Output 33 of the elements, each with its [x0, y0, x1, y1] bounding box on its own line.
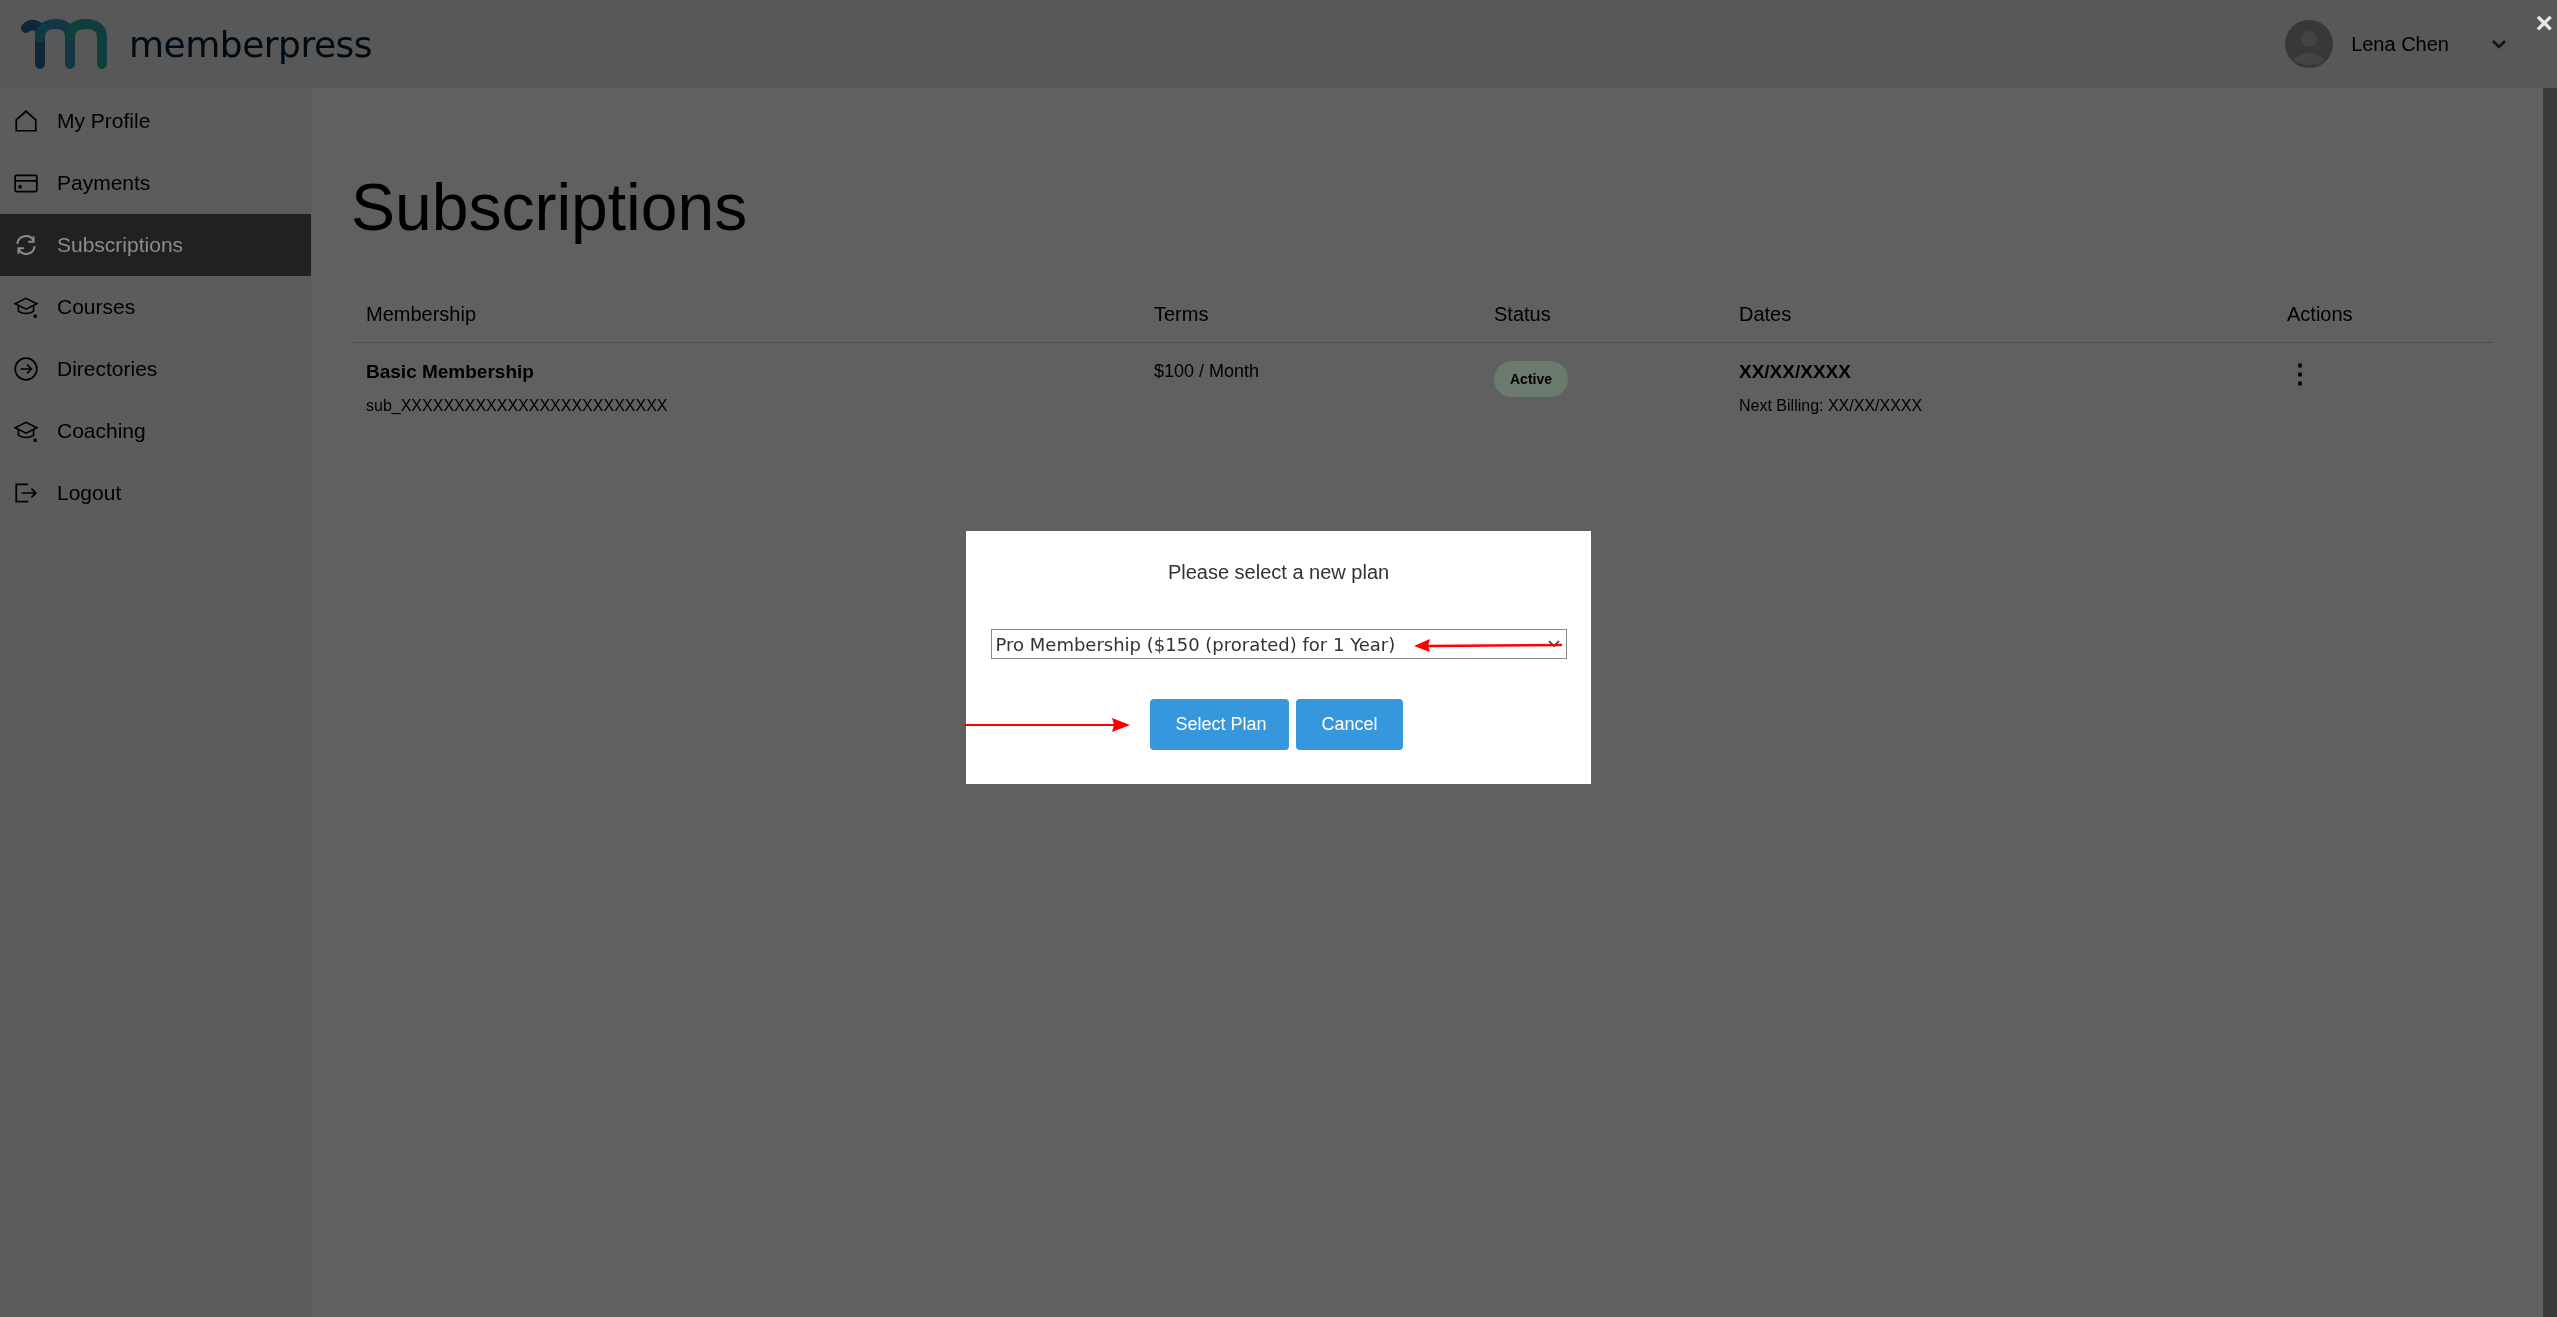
- user-name[interactable]: Lena Chen: [2351, 32, 2449, 56]
- select-plan-button[interactable]: Select Plan: [1150, 699, 1290, 750]
- sidebar-item[interactable]: Payments: [0, 152, 311, 214]
- date-text: XX/XX/XXXX: [1739, 361, 1851, 384]
- logo-text: memberpress: [129, 23, 373, 65]
- sidebar-item[interactable]: Courses: [0, 276, 311, 338]
- sidebar-item[interactable]: Logout: [0, 462, 311, 524]
- membership-name: Basic Membership: [366, 361, 534, 384]
- sidebar-item[interactable]: My Profile: [0, 90, 311, 152]
- actions-menu-button[interactable]: ⋮: [2287, 361, 2313, 388]
- chevron-down-icon: [1547, 640, 1560, 648]
- next-billing-text: Next Billing: XX/XX/XXXX: [1739, 397, 1923, 416]
- column-header: Membership: [366, 303, 478, 327]
- status-badge: Active: [1494, 361, 1569, 398]
- column-header: Terms: [1154, 303, 1210, 327]
- sidebar-item[interactable]: Subscriptions: [0, 214, 311, 276]
- terms-text: $100 / Month: [1154, 361, 1260, 383]
- page-title: Subscriptions: [351, 169, 749, 246]
- column-header: Dates: [1739, 303, 1793, 327]
- dialog-title: Please select a new plan: [1167, 561, 1390, 584]
- subscription-id: sub_XXXXXXXXXXXXXXXXXXXXXXXXX: [366, 397, 668, 416]
- column-header: Actions: [2287, 303, 2354, 327]
- cancel-button[interactable]: Cancel: [1296, 699, 1403, 750]
- sidebar-item[interactable]: Directories: [0, 338, 311, 400]
- home-icon: [13, 108, 39, 134]
- chevron-down-icon[interactable]: [2491, 39, 2507, 49]
- plan-select[interactable]: Pro Membership ($150 (prorated) for 1 Year): [990, 629, 1567, 659]
- close-button[interactable]: ×: [2535, 8, 2553, 38]
- sync-icon: [13, 232, 39, 258]
- logout-icon: [13, 480, 39, 506]
- sidebar-item[interactable]: Coaching: [0, 400, 311, 462]
- column-header: Status: [1494, 303, 1552, 327]
- avatar-icon[interactable]: [2285, 20, 2334, 68]
